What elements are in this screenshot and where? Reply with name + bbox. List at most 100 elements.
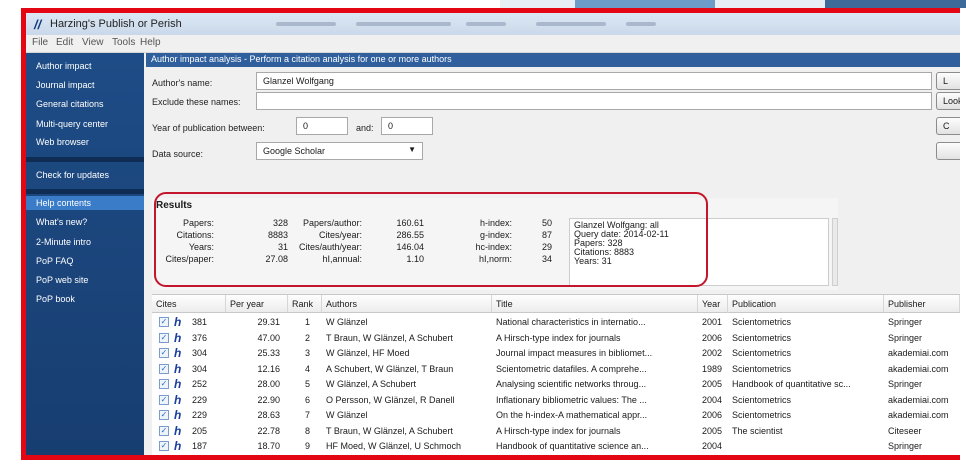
- results-highlight-outline: [154, 192, 708, 287]
- sidebar-item-web-browser[interactable]: Web browser: [36, 137, 89, 147]
- table-row[interactable]: ✓ h 376 47.00 2 T Braun, W Glänzel, A Schuber…: [152, 331, 960, 346]
- h-core-icon: h: [174, 392, 182, 407]
- row-checkbox[interactable]: ✓: [159, 332, 169, 343]
- panel-header-text: Author impact analysis - Perform a citat…: [151, 54, 452, 64]
- year-and-label: and:: [356, 123, 374, 133]
- menu-tools[interactable]: Tools: [112, 37, 135, 48]
- row-checkbox[interactable]: ✓: [159, 317, 169, 327]
- cites-cell: 187: [192, 441, 208, 451]
- sidebar-item-whats-new[interactable]: What's new?: [36, 217, 87, 227]
- row-checkbox[interactable]: ✓: [159, 363, 169, 374]
- rank-cell: 1: [304, 317, 310, 327]
- publisher-cell: Springer: [888, 332, 923, 343]
- lookup-direct-button[interactable]: Look: [936, 92, 960, 110]
- data-source-value: Google Scholar: [263, 146, 326, 156]
- publication-cell: Scientometrics: [732, 348, 792, 358]
- year-cell: 2005: [702, 425, 723, 436]
- year-to-field[interactable]: 0: [381, 117, 433, 135]
- title-cell: A Hirsch-type index for journals: [496, 332, 621, 343]
- exclude-names-field[interactable]: [256, 92, 932, 110]
- title-bar: // Harzing's Publish or Perish: [26, 13, 960, 35]
- column-header-rank[interactable]: Rank: [288, 295, 322, 313]
- per-year-cell: 12.16: [257, 363, 280, 374]
- table-row[interactable]: ✓ h 229 28.63 7 W Glänzel On the h-index-A mat…: [152, 408, 960, 423]
- title-cell: Journal impact measures in bibliomet...: [496, 348, 653, 358]
- row-checkbox[interactable]: ✓: [159, 348, 169, 358]
- authors-cell: W Glänzel: [326, 317, 368, 327]
- row-checkbox[interactable]: ✓: [159, 425, 169, 436]
- sidebar-item-multi-query-center[interactable]: Multi-query center: [36, 119, 108, 129]
- sidebar-item-2-minute-intro[interactable]: 2-Minute intro: [36, 237, 91, 247]
- results-table: Cites Per year Rank Authors Title Year P…: [152, 294, 960, 455]
- authors-cell: T Braun, W Glänzel, A Schubert: [326, 425, 453, 436]
- clear-button[interactable]: C: [936, 117, 960, 135]
- column-header-cites[interactable]: Cites: [152, 295, 226, 313]
- rank-cell: 7: [304, 410, 310, 420]
- per-year-cell: 47.00: [257, 332, 280, 343]
- title-cell: Scientometric datafiles. A comprehe...: [496, 363, 647, 374]
- publisher-cell: akademiai.com: [888, 394, 949, 405]
- authors-cell: W Glänzel, HF Moed: [326, 348, 410, 358]
- table-row[interactable]: ✓ h 205 22.78 8 T Braun, W Glänzel, A Schuber…: [152, 424, 960, 439]
- extra-button[interactable]: [936, 142, 960, 160]
- publisher-cell: Springer: [888, 317, 923, 327]
- summary-scrollbar[interactable]: [832, 218, 838, 286]
- lookup-button[interactable]: L: [936, 72, 960, 90]
- publisher-cell: akademiai.com: [888, 348, 949, 358]
- menu-view[interactable]: View: [82, 37, 104, 48]
- title-bar-blur: [536, 22, 606, 26]
- rank-cell: 4: [304, 363, 310, 374]
- sidebar-item-author-impact[interactable]: Author impact: [36, 61, 92, 71]
- sidebar-item-pop-web-site[interactable]: PoP web site: [36, 275, 88, 285]
- column-header-per-year[interactable]: Per year: [226, 295, 288, 313]
- menu-file[interactable]: File: [32, 37, 48, 48]
- table-row[interactable]: ✓ h 304 25.33 3 W Glänzel, HF Moed Journal imp…: [152, 346, 960, 361]
- sidebar-item-help-contents[interactable]: Help contents: [26, 196, 144, 210]
- year-from-field[interactable]: 0: [296, 117, 348, 135]
- sidebar-divider: [26, 157, 144, 162]
- publisher-cell: akademiai.com: [888, 363, 949, 374]
- row-checkbox[interactable]: ✓: [159, 379, 169, 389]
- table-row[interactable]: ✓ h 304 12.16 4 A Schubert, W Glänzel, T Brau…: [152, 362, 960, 377]
- sidebar-item-check-for-updates[interactable]: Check for updates: [36, 170, 109, 180]
- title-cell: On the h-index-A mathematical appr...: [496, 410, 648, 420]
- table-row[interactable]: ✓ h 381 29.31 1 W Glänzel National characteris…: [152, 315, 960, 330]
- table-row[interactable]: ✓ h 229 22.90 6 O Persson, W Glänzel, R Danel…: [152, 393, 960, 408]
- publication-cell: Scientometrics: [732, 410, 792, 420]
- column-header-year[interactable]: Year: [698, 295, 728, 313]
- column-header-title[interactable]: Title: [492, 295, 698, 313]
- exclude-names-label: Exclude these names:: [152, 97, 241, 107]
- sidebar-item-journal-impact[interactable]: Journal impact: [36, 80, 95, 90]
- row-checkbox[interactable]: ✓: [159, 394, 169, 405]
- column-header-publication[interactable]: Publication: [728, 295, 884, 313]
- per-year-cell: 28.00: [257, 379, 280, 389]
- sidebar-item-pop-book[interactable]: PoP book: [36, 294, 75, 304]
- table-row[interactable]: ✓ h 187 18.70 9 HF Moed, W Glänzel, U Schmoch…: [152, 439, 960, 454]
- row-checkbox[interactable]: ✓: [159, 410, 169, 420]
- column-header-publisher[interactable]: Publisher: [884, 295, 960, 313]
- author-name-field[interactable]: Glanzel Wolfgang: [256, 72, 932, 90]
- sidebar-item-general-citations[interactable]: General citations: [36, 99, 104, 109]
- publication-cell: Handbook of quantitative sc...: [732, 379, 851, 389]
- authors-cell: W Glänzel, A Schubert: [326, 379, 417, 389]
- per-year-cell: 25.33: [257, 348, 280, 358]
- publication-cell: Scientometrics: [732, 394, 792, 405]
- title-bar-blur: [356, 22, 451, 26]
- per-year-cell: 22.78: [257, 425, 280, 436]
- year-cell: 2001: [702, 317, 723, 327]
- data-source-select[interactable]: Google Scholar ▼: [256, 142, 423, 160]
- cites-cell: 376: [192, 332, 208, 343]
- table-row[interactable]: ✓ h 252 28.00 5 W Glänzel, A Schubert Analysin…: [152, 377, 960, 392]
- menu-help[interactable]: Help: [140, 37, 161, 48]
- sidebar-item-pop-faq[interactable]: PoP FAQ: [36, 256, 73, 266]
- cites-cell: 252: [192, 379, 208, 389]
- chevron-down-icon: ▼: [408, 145, 416, 154]
- title-cell: Handbook of quantitative science an...: [496, 441, 649, 451]
- title-cell: Inflationary bibliometric values: The ..…: [496, 394, 647, 405]
- title-cell: A Hirsch-type index for journals: [496, 425, 621, 436]
- title-bar-blur: [626, 22, 656, 26]
- row-checkbox[interactable]: ✓: [159, 441, 169, 451]
- column-header-authors[interactable]: Authors: [322, 295, 492, 313]
- h-core-icon: h: [174, 315, 182, 329]
- menu-edit[interactable]: Edit: [56, 37, 73, 48]
